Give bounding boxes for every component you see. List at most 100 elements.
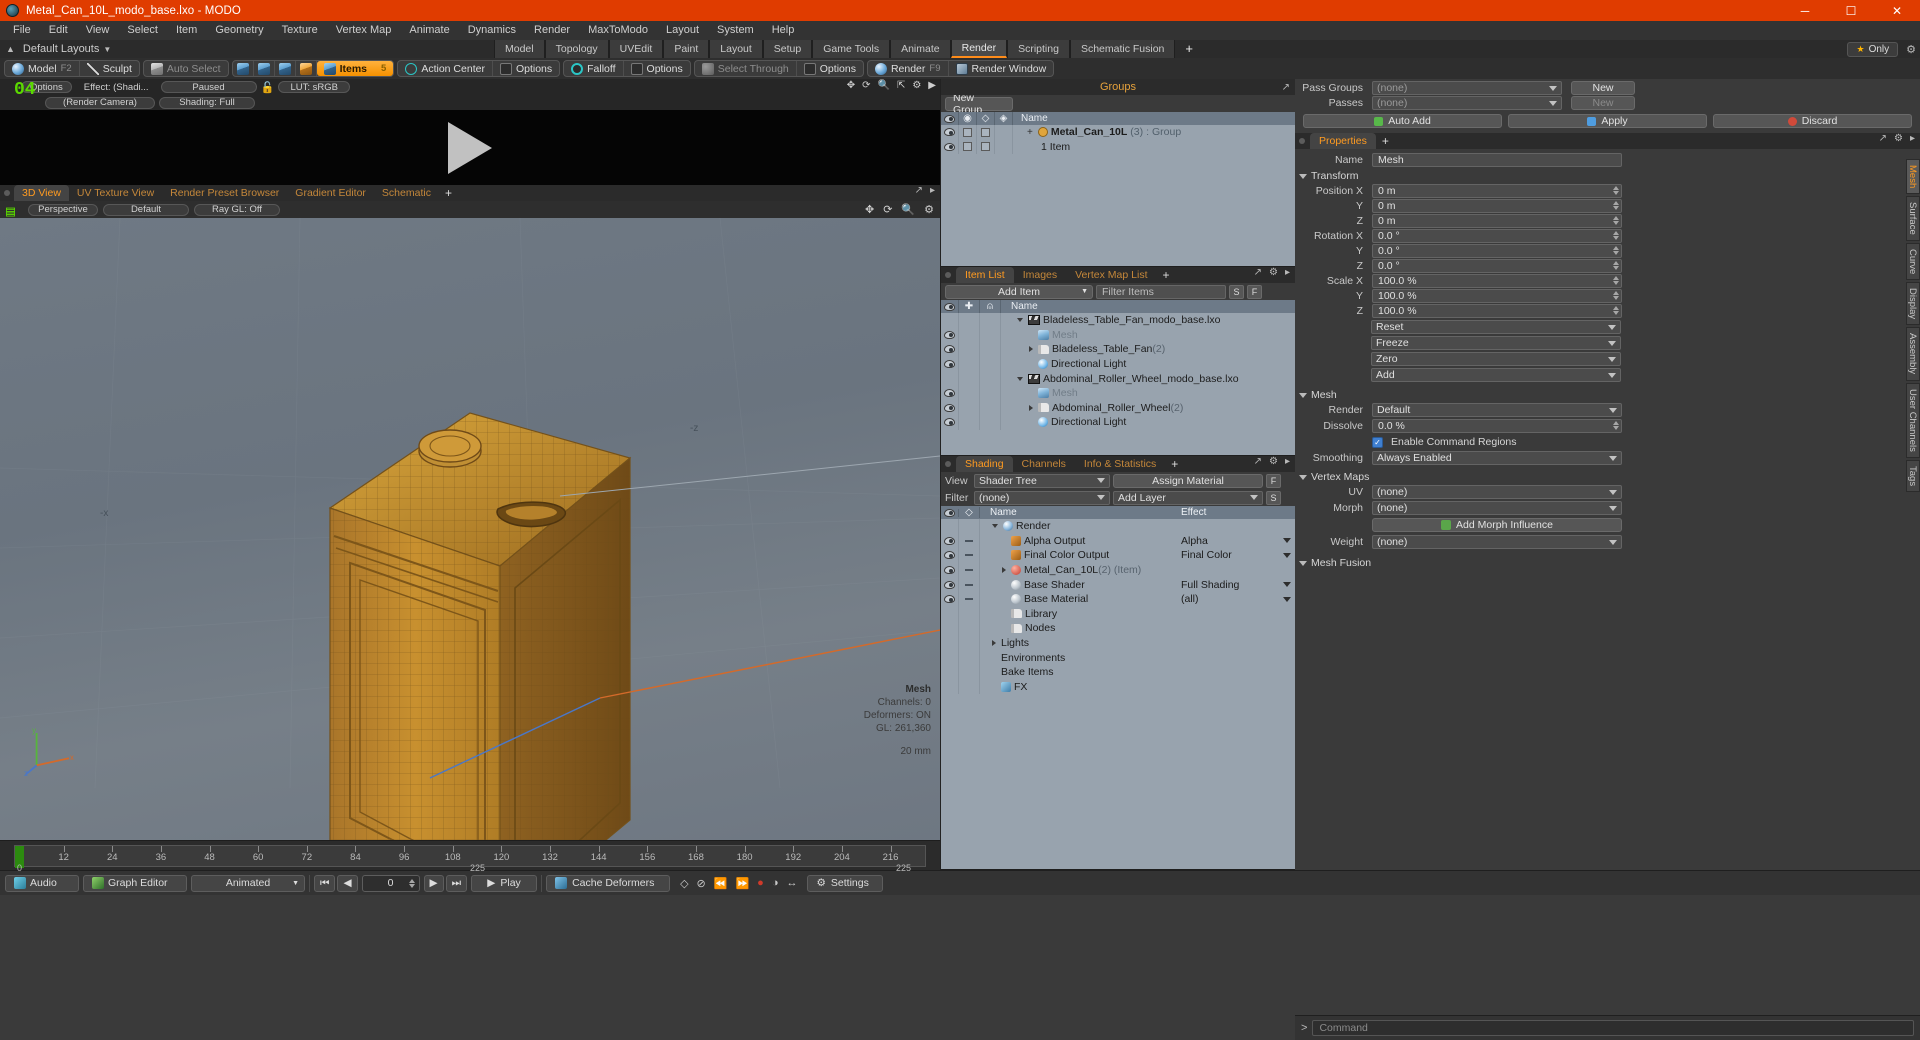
spinner-icon[interactable] <box>1613 200 1619 210</box>
transform-freeze-dropdown[interactable]: Freeze <box>1371 336 1621 350</box>
viewport-tab-render-preset-browser[interactable]: Render Preset Browser <box>162 185 287 201</box>
step-back-button[interactable]: ◀ <box>337 874 358 892</box>
shader-row-eye[interactable] <box>941 533 959 549</box>
mesh-name-input[interactable]: Mesh <box>1372 153 1622 167</box>
groups-row-name[interactable]: 1 Item <box>1013 141 1070 153</box>
prop-vtab-assembly[interactable]: Assembly <box>1906 327 1920 381</box>
panel-dot-icon-props[interactable] <box>1299 138 1305 144</box>
groups-list-body[interactable]: + Metal_Can_10L (3): Group 1 Item <box>941 125 1295 266</box>
mesh-dissolve-input[interactable]: 0.0 % <box>1372 419 1622 433</box>
shading-s-button[interactable]: S <box>1266 490 1281 505</box>
shader-effect-cell[interactable]: Full Shading <box>1177 577 1295 592</box>
mesh-section-header[interactable]: Mesh <box>1295 388 1920 402</box>
item-row-eye[interactable] <box>941 313 959 328</box>
polygon-mode-button[interactable] <box>275 61 296 76</box>
default-layouts-dropdown[interactable]: Default Layouts <box>23 43 99 55</box>
settings-button[interactable]: ⚙ Settings <box>807 874 884 892</box>
menu-item-maxtomodo[interactable]: MaxToModo <box>579 21 657 40</box>
item-list-panel-icons[interactable]: ↗ ⚙ ▸ <box>1254 267 1290 278</box>
raygl-dropdown[interactable]: Ray GL: Off <box>194 203 280 216</box>
shader-row-name[interactable]: Bake Items <box>980 666 1295 678</box>
panel-dot-icon[interactable] <box>4 190 10 196</box>
shader-row-eye[interactable] <box>941 562 959 578</box>
item-list-row[interactable]: Bladeless_Table_Fan_modo_base.lxo <box>941 313 1295 328</box>
item-row-eye[interactable] <box>941 327 959 343</box>
transform-zero-dropdown[interactable]: Zero <box>1371 352 1621 366</box>
item-row-select[interactable] <box>959 327 980 343</box>
edge-mode-button[interactable] <box>254 61 275 76</box>
transform-rotation-y-input[interactable]: 0.0 ° <box>1372 243 1622 258</box>
layout-tab-setup[interactable]: Setup <box>762 40 813 58</box>
mesh-render-dropdown[interactable]: Default <box>1372 403 1622 417</box>
menu-bar[interactable]: File Edit View Select Item Geometry Texture Ver… <box>0 21 1920 40</box>
item-list-tab-images[interactable]: Images <box>1014 267 1066 283</box>
only-toggle[interactable]: ★ Only <box>1847 41 1899 57</box>
maximize-button[interactable]: ☐ <box>1828 0 1874 21</box>
panel-menu-icon-shading[interactable]: ▸ <box>1285 456 1290 467</box>
panel-menu-icon-items[interactable]: ▸ <box>1285 267 1290 278</box>
groups-row-gutter[interactable] <box>959 139 977 155</box>
shader-row-name[interactable]: Environments <box>980 652 1295 664</box>
chevron-down-icon[interactable] <box>1017 318 1023 323</box>
menu-item-layout[interactable]: Layout <box>657 21 708 40</box>
spinner-icon[interactable] <box>1613 260 1619 270</box>
shading-f-button[interactable]: F <box>1266 473 1281 488</box>
shader-row-link[interactable] <box>959 548 980 563</box>
shader-effect-cell[interactable]: Final Color <box>1177 548 1295 563</box>
spinner-icon-frame[interactable] <box>408 878 415 888</box>
gear-icon[interactable]: ⚙ <box>1906 43 1916 56</box>
shader-row-name[interactable]: Library <box>980 608 1295 620</box>
menu-item-view[interactable]: View <box>77 21 119 40</box>
item-row-select[interactable] <box>959 385 980 401</box>
item-row-eye[interactable] <box>941 371 959 386</box>
mesh-fusion-section-header[interactable]: Mesh Fusion <box>1295 556 1920 570</box>
layout-tab-game-tools[interactable]: Game Tools <box>812 40 891 58</box>
transform-section-header[interactable]: Transform <box>1295 169 1920 183</box>
prop-vtab-mesh[interactable]: Mesh <box>1906 159 1920 195</box>
auto-select-button[interactable]: Auto Select <box>144 61 228 76</box>
shading-preset-dropdown[interactable]: Default <box>103 203 189 216</box>
key-icon[interactable]: ◇ <box>678 877 690 890</box>
groups-row-gutter[interactable] <box>995 139 1013 155</box>
next-key-icon[interactable]: ⏩ <box>733 877 751 890</box>
spinner-icon[interactable] <box>1613 275 1619 285</box>
item-list-body[interactable]: Bladeless_Table_Fan_modo_base.lxo Mesh Bla… <box>941 313 1295 455</box>
lock-icon[interactable]: 🔓 <box>261 81 275 94</box>
viewport-tab-uv-texture-view[interactable]: UV Texture View <box>69 185 162 201</box>
menu-item-render[interactable]: Render <box>525 21 579 40</box>
prop-vtab-user-channels[interactable]: User Channels <box>1906 382 1920 458</box>
graph-editor-button[interactable]: Graph Editor <box>83 874 187 892</box>
maximize-panel-icon[interactable]: ↗ <box>915 185 923 196</box>
play-triangle-icon[interactable] <box>448 121 492 174</box>
transform-add-dropdown[interactable]: Add <box>1371 368 1621 382</box>
viewport-tab-gradient-editor[interactable]: Gradient Editor <box>287 185 374 201</box>
passes-dropdown[interactable]: (none) <box>1372 96 1562 110</box>
cache-deformers-button[interactable]: Cache Deformers <box>546 874 671 892</box>
shader-effect-cell[interactable]: (all) <box>1177 592 1295 607</box>
skip-end-button[interactable]: ⏭ <box>445 874 468 892</box>
rotate-icon-vp[interactable]: ⟳ <box>883 203 892 216</box>
shader-tree-row[interactable]: FX <box>941 679 1295 695</box>
spinner-icon[interactable] <box>1613 245 1619 255</box>
expand-icon[interactable]: + <box>1027 127 1033 138</box>
groups-row[interactable]: 1 Item <box>941 139 1295 155</box>
shader-tree-row[interactable]: Library <box>941 606 1295 622</box>
item-row-select[interactable] <box>959 342 980 357</box>
filter-items-input[interactable]: Filter Items <box>1096 284 1226 299</box>
properties-vertical-tabs[interactable]: Mesh Surface Curve Display Assembly User Chan… <box>1906 159 1920 492</box>
auto-add-button[interactable]: Auto Add <box>1303 114 1502 128</box>
eye-icon[interactable] <box>944 403 955 412</box>
close-button[interactable]: ✕ <box>1874 0 1920 21</box>
shader-row-eye[interactable] <box>941 548 959 563</box>
shader-row-eye[interactable] <box>941 621 959 636</box>
viewport-tab-3d-view[interactable]: 3D View <box>14 185 69 201</box>
play-icon-preview[interactable]: ▶ <box>928 80 936 91</box>
chevron-down-icon-effect[interactable] <box>1283 582 1291 588</box>
render-window-button[interactable]: Render Window <box>949 61 1054 76</box>
transform-scale-x-input[interactable]: 100.0 % <box>1372 273 1622 288</box>
layout-tab-render[interactable]: Render <box>950 40 1008 58</box>
item-row-eye[interactable] <box>941 356 959 372</box>
prop-vtab-surface[interactable]: Surface <box>1906 196 1920 241</box>
shader-tree-row[interactable]: Lights <box>941 635 1295 651</box>
add-item-button[interactable]: Add Item ▼ <box>945 284 1093 299</box>
